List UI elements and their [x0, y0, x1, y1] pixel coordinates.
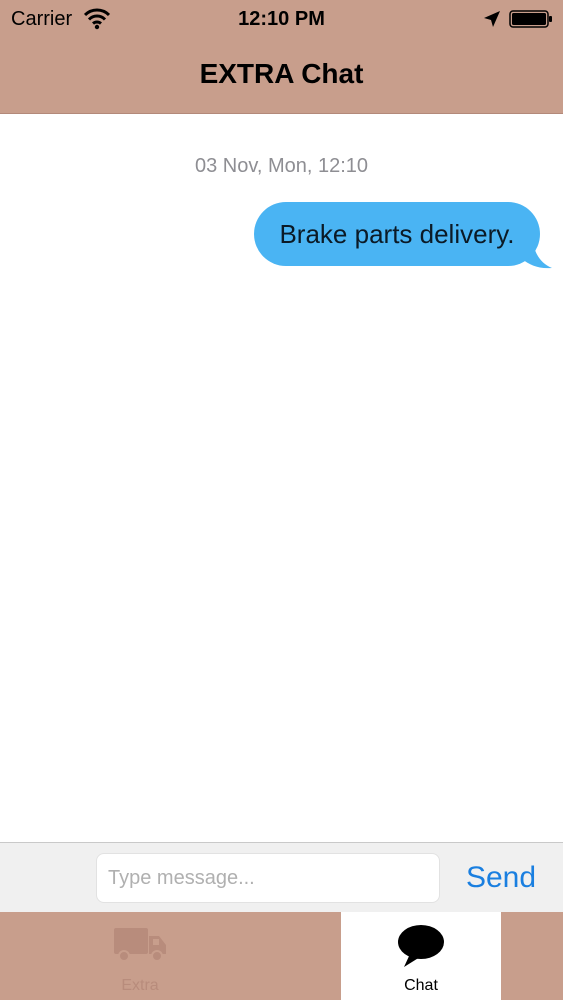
page-title: EXTRA Chat	[199, 58, 364, 89]
message-text: Brake parts delivery.	[254, 202, 540, 266]
tab-extra-label: Extra	[121, 977, 159, 994]
tab-chat-label: Chat	[404, 977, 438, 994]
location-arrow-icon	[483, 10, 501, 28]
status-time: 12:10 PM	[238, 8, 325, 30]
top-bar: Carrier 12:10 PM EXTRA Chat	[0, 0, 563, 114]
tab-extra[interactable]: Extra	[60, 912, 220, 1000]
message-bubble-outgoing[interactable]: Brake parts delivery.	[252, 201, 552, 271]
tab-chat[interactable]: Chat	[341, 912, 501, 1000]
chat-area[interactable]: 03 Nov, Mon, 12:10 Brake parts delivery.	[0, 114, 563, 842]
message-timestamp: 03 Nov, Mon, 12:10	[194, 155, 369, 177]
send-button[interactable]: Send	[456, 853, 546, 903]
tab-bar: Extra Chat	[0, 912, 563, 1000]
speech-bubble-icon	[396, 924, 446, 973]
truck-icon	[112, 924, 168, 969]
battery-icon	[509, 10, 553, 28]
message-input[interactable]	[96, 853, 440, 903]
status-bar: Carrier 12:10 PM	[0, 0, 563, 40]
message-input-bar: Send	[0, 842, 563, 912]
